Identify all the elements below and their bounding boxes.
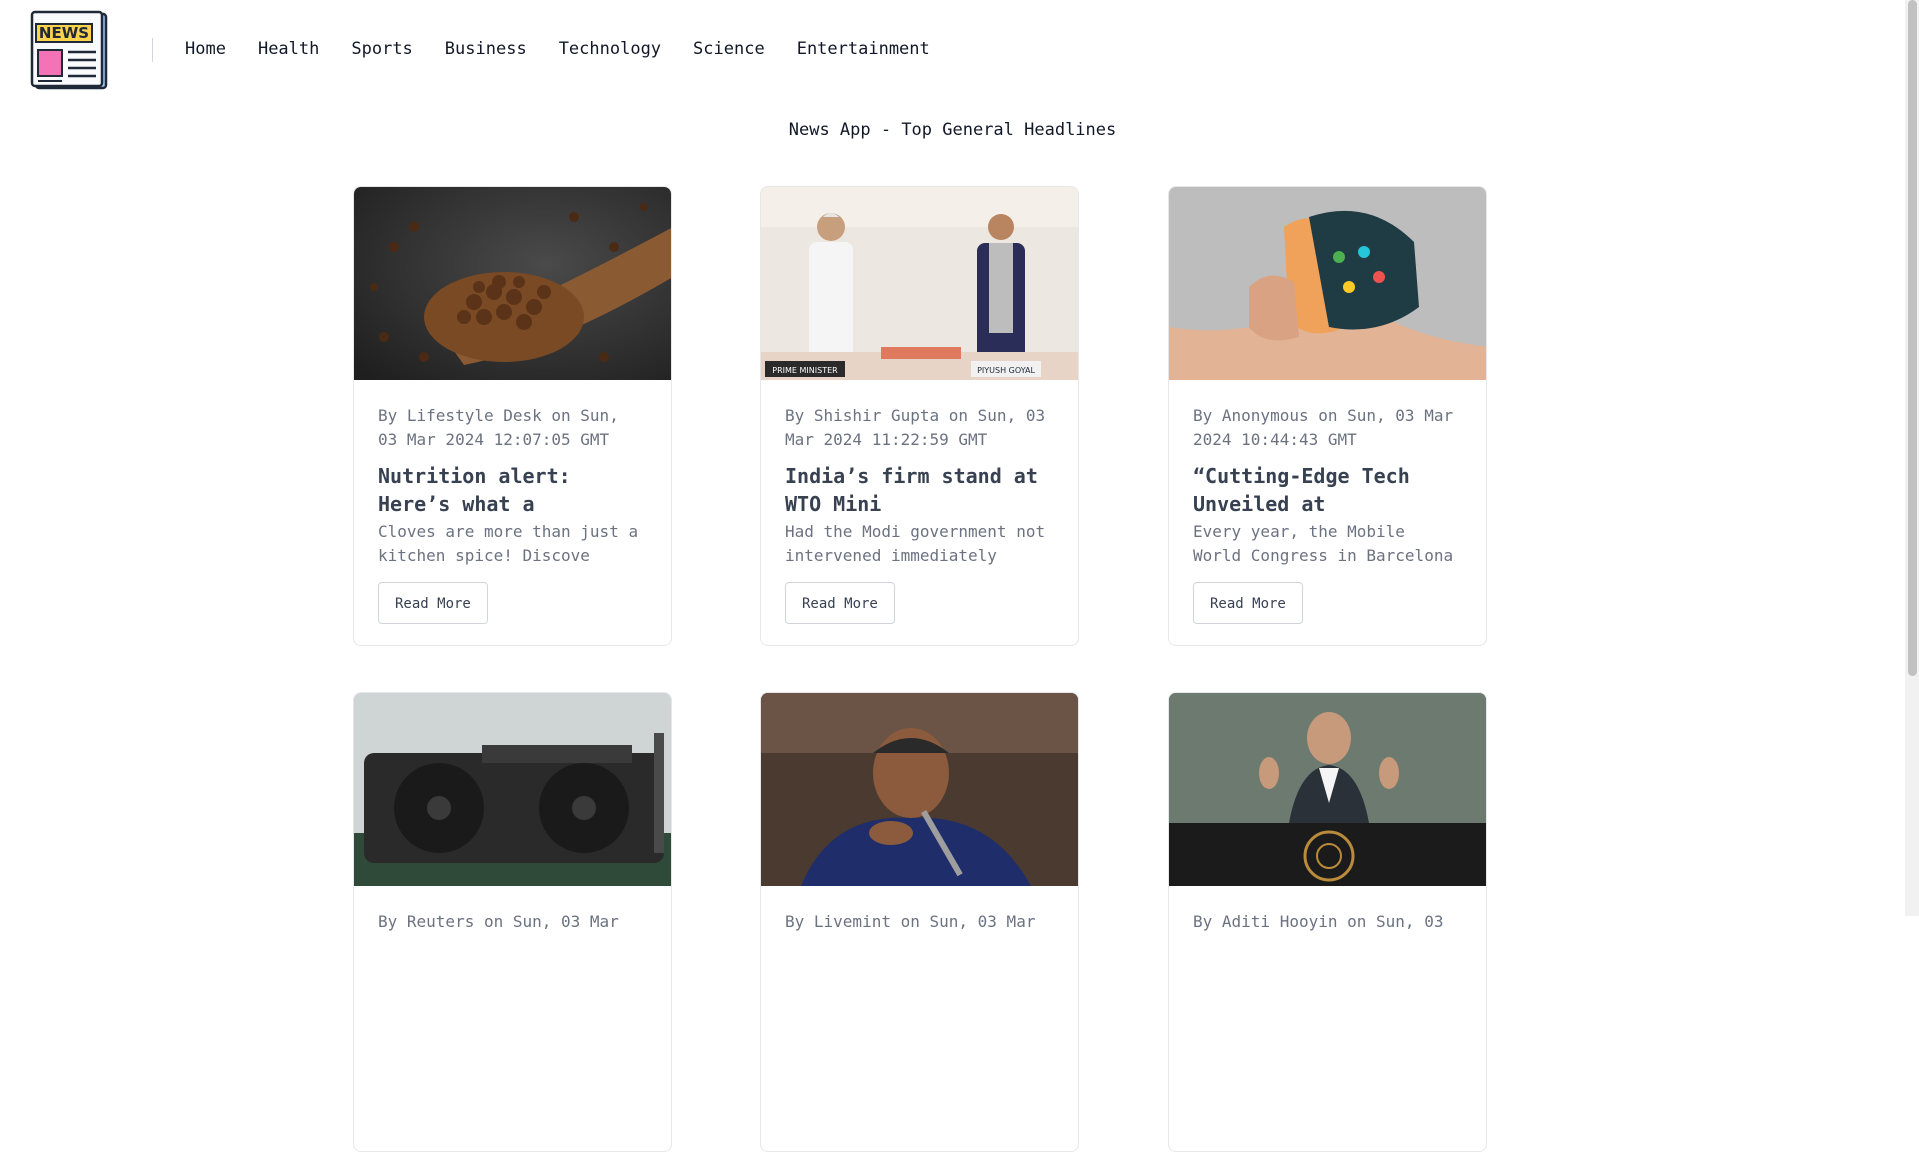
header-divider [152, 38, 153, 62]
article-card: PRIME MINISTER PIYUSH GOYAL By Shishir G… [760, 186, 1079, 646]
read-more-button[interactable]: Read More [785, 582, 895, 624]
article-description: Every year, the Mobile World Congress in… [1193, 522, 1454, 565]
article-meta: By Reuters on Sun, 03 Mar [378, 912, 619, 931]
article-title[interactable]: Nutrition alert: Here’s what a [378, 462, 647, 518]
scrollbar-thumb[interactable] [1908, 0, 1917, 676]
article-meta: By Lifestyle Desk on Sun, 03 Mar 2024 12… [378, 406, 619, 449]
article-image: PRIME MINISTER PIYUSH GOYAL [761, 187, 1078, 380]
article-image [354, 693, 671, 886]
category-nav: Home Health Sports Business Technology S… [185, 38, 962, 60]
article-card: By Livemint on Sun, 03 Mar [760, 692, 1079, 1152]
article-meta: By Shishir Gupta on Sun, 03 Mar 2024 11:… [785, 406, 1046, 449]
news-logo[interactable]: NEWS [30, 10, 110, 90]
nav-home[interactable]: Home [185, 38, 226, 60]
image-caption-piyush-goyal: PIYUSH GOYAL [977, 366, 1035, 375]
article-description: Had the Modi government not intervened i… [785, 522, 1046, 565]
page-scrollbar[interactable] [1905, 0, 1919, 916]
article-description: Cloves are more than just a kitchen spic… [378, 522, 639, 565]
nav-business[interactable]: Business [445, 38, 527, 60]
page-title: News App - Top General Headlines [788, 120, 1117, 140]
article-title[interactable]: India’s firm stand at WTO Mini [785, 462, 1054, 518]
nav-entertainment[interactable]: Entertainment [797, 38, 930, 60]
article-image [1169, 187, 1486, 380]
article-meta: By Anonymous on Sun, 03 Mar 2024 10:44:4… [1193, 406, 1454, 449]
nav-technology[interactable]: Technology [559, 38, 661, 60]
article-image [761, 693, 1078, 886]
article-card: By Aditi Hooyin on Sun, 03 [1168, 692, 1487, 1152]
read-more-button[interactable]: Read More [1193, 582, 1303, 624]
nav-sports[interactable]: Sports [351, 38, 412, 60]
read-more-button[interactable]: Read More [378, 582, 488, 624]
nav-health[interactable]: Health [258, 38, 319, 60]
article-card: By Reuters on Sun, 03 Mar [353, 692, 672, 1152]
article-image [1169, 693, 1486, 886]
article-card: By Lifestyle Desk on Sun, 03 Mar 2024 12… [353, 186, 672, 646]
article-meta: By Livemint on Sun, 03 Mar [785, 912, 1036, 931]
article-card: By Anonymous on Sun, 03 Mar 2024 10:44:4… [1168, 186, 1487, 646]
article-image [354, 187, 671, 380]
article-meta: By Aditi Hooyin on Sun, 03 [1193, 912, 1444, 931]
image-caption-prime-minister: PRIME MINISTER [772, 366, 838, 375]
logo-text: NEWS [39, 24, 89, 42]
article-title[interactable]: “Cutting-Edge Tech Unveiled at [1193, 462, 1462, 518]
nav-science[interactable]: Science [693, 38, 765, 60]
